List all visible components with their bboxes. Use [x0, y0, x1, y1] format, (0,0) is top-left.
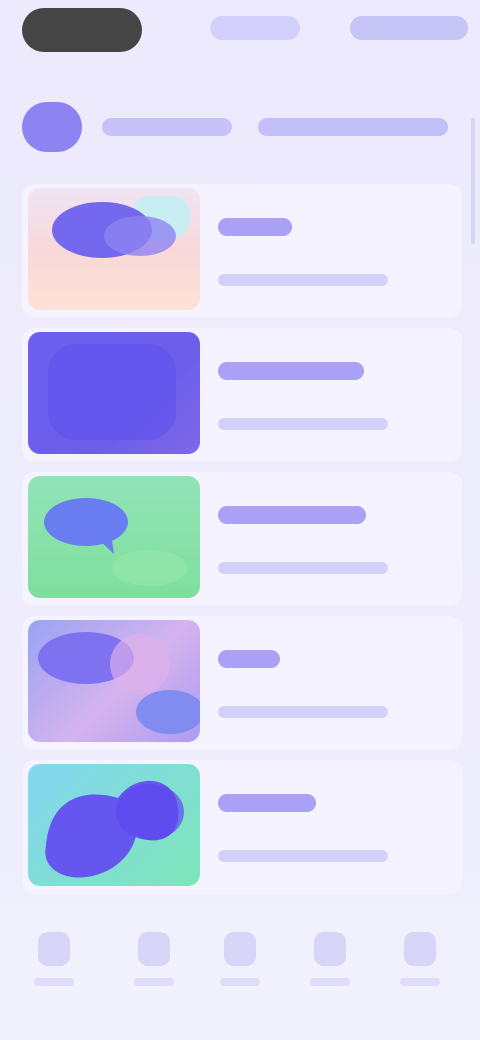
- list-item-meta: [218, 562, 388, 574]
- add-icon: [224, 932, 256, 966]
- list-item-text: [218, 638, 438, 730]
- nav-home-label: [34, 978, 74, 986]
- nav-add-button[interactable]: [204, 932, 276, 1000]
- green-chat-image-icon: [28, 476, 200, 598]
- list-item-meta: [218, 850, 388, 862]
- list-item-5[interactable]: [22, 760, 462, 894]
- top-bar: [0, 0, 480, 64]
- list-item-meta: [218, 274, 388, 286]
- account-pill[interactable]: [22, 8, 142, 52]
- list-item-3[interactable]: [22, 472, 462, 606]
- bottom-navigation: [0, 904, 480, 1040]
- top-nav-link-right[interactable]: [350, 16, 468, 40]
- list-item-title: [218, 218, 292, 236]
- nav-search-label: [134, 978, 174, 986]
- page-title: [102, 118, 232, 136]
- profile-icon: [404, 932, 436, 966]
- violet-tile-image-icon: [28, 332, 200, 454]
- cloud-card-image-icon: [28, 188, 200, 310]
- app-screen: [0, 0, 480, 1040]
- search-icon: [138, 932, 170, 966]
- nav-library-label: [310, 978, 350, 986]
- list-item-2[interactable]: [22, 328, 462, 462]
- nav-library-button[interactable]: [294, 932, 366, 1000]
- list-item-meta: [218, 418, 388, 430]
- nav-home-button[interactable]: [18, 932, 90, 1000]
- list-item-title: [218, 362, 364, 380]
- pastel-abstract-image-icon: [28, 620, 200, 742]
- library-icon: [314, 932, 346, 966]
- header-avatar-icon[interactable]: [22, 102, 82, 152]
- page-subtitle: [258, 118, 448, 136]
- list-item-meta: [218, 706, 388, 718]
- nav-add-label: [220, 978, 260, 986]
- list-item-4[interactable]: [22, 616, 462, 750]
- content-list: [0, 184, 480, 914]
- page-header: [0, 96, 480, 168]
- list-item-title: [218, 506, 366, 524]
- list-item-text: [218, 782, 438, 874]
- nav-search-button[interactable]: [118, 932, 190, 1000]
- top-nav-link-center[interactable]: [210, 16, 300, 40]
- blob-image-icon: [28, 764, 200, 886]
- list-item-text: [218, 206, 438, 298]
- nav-profile-label: [400, 978, 440, 986]
- list-item-text: [218, 494, 438, 586]
- home-icon: [38, 932, 70, 966]
- list-item-1[interactable]: [22, 184, 462, 318]
- list-item-title: [218, 650, 280, 668]
- nav-profile-button[interactable]: [384, 932, 456, 1000]
- list-item-title: [218, 794, 316, 812]
- list-item-text: [218, 350, 438, 442]
